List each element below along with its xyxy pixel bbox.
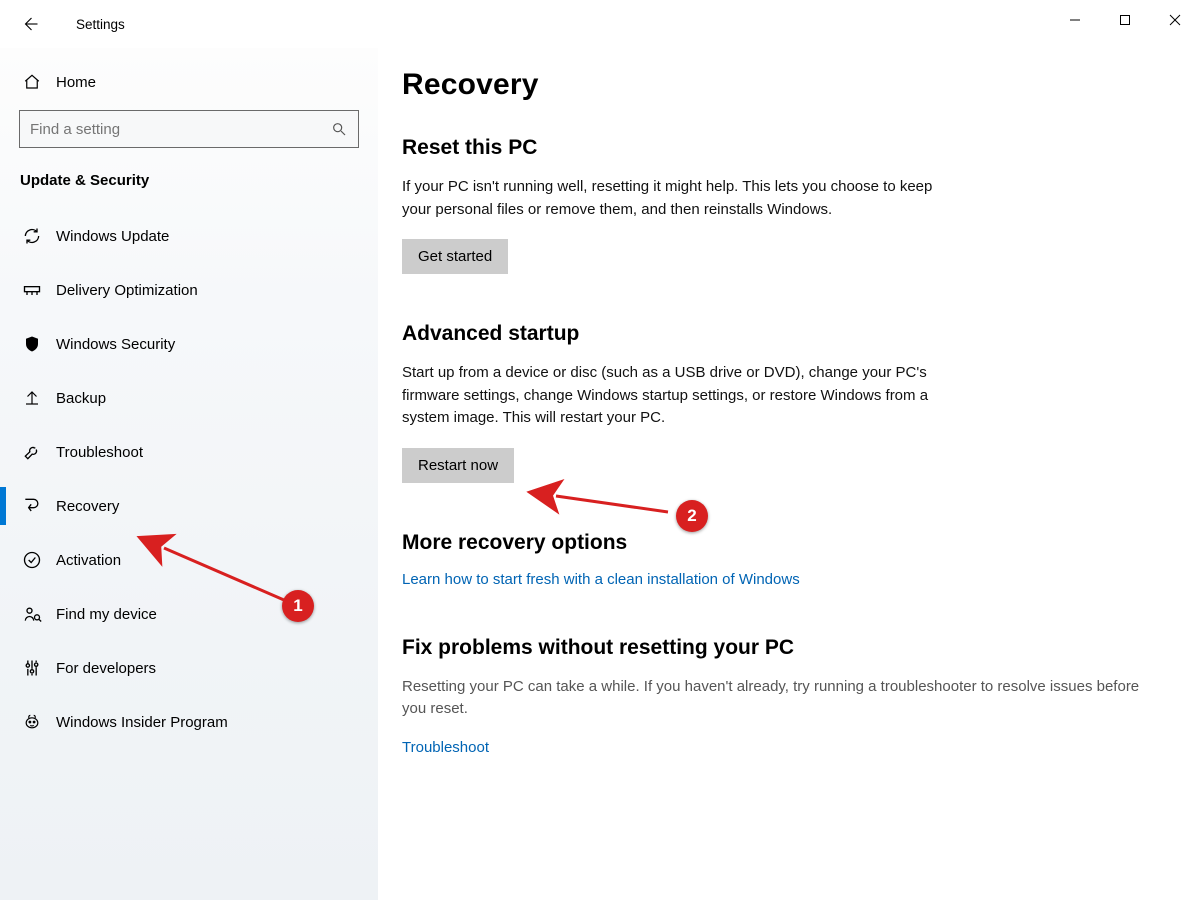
backup-icon [20,388,44,408]
sidebar-item-troubleshoot[interactable]: Troubleshoot [0,425,378,479]
sidebar-section-heading: Update & Security [0,166,378,209]
sidebar-item-backup[interactable]: Backup [0,371,378,425]
shield-icon [20,334,44,354]
reset-heading: Reset this PC [402,136,1160,160]
maximize-button[interactable] [1100,0,1150,40]
insider-icon [20,712,44,732]
section-more-recovery: More recovery options Learn how to start… [402,531,1160,588]
sidebar-item-label: Recovery [56,498,119,515]
close-button[interactable] [1150,0,1200,40]
minimize-button[interactable] [1050,0,1100,40]
advanced-body: Start up from a device or disc (such as … [402,362,942,430]
reset-body: If your PC isn't running well, resetting… [402,176,942,221]
minimize-icon [1069,14,1081,26]
restart-now-button[interactable]: Restart now [402,448,514,483]
arrow-left-icon [21,15,39,33]
wrench-icon [20,442,44,462]
app-body: Home Update & Security Windows Update De… [0,48,1200,900]
sidebar-item-label: Activation [56,552,121,569]
search-wrap [19,110,359,148]
sidebar-item-label: Find my device [56,606,157,623]
sidebar-item-for-developers[interactable]: For developers [0,641,378,695]
sidebar-item-label: Windows Update [56,228,169,245]
advanced-heading: Advanced startup [402,322,1160,346]
activation-icon [20,550,44,570]
sidebar-item-windows-insider[interactable]: Windows Insider Program [0,695,378,749]
fix-body: Resetting your PC can take a while. If y… [402,676,1160,721]
titlebar: Settings [0,0,1200,48]
sidebar-item-label: Windows Security [56,336,175,353]
get-started-button[interactable]: Get started [402,239,508,274]
sidebar-item-activation[interactable]: Activation [0,533,378,587]
recovery-icon [20,496,44,516]
sidebar-item-label: Delivery Optimization [56,282,198,299]
sidebar-item-label: For developers [56,660,156,677]
search-input[interactable] [19,110,359,148]
maximize-icon [1119,14,1131,26]
sidebar-item-recovery[interactable]: Recovery [0,479,378,533]
fix-heading: Fix problems without resetting your PC [402,636,1160,660]
sidebar-item-delivery-optimization[interactable]: Delivery Optimization [0,263,378,317]
sidebar-item-label: Backup [56,390,106,407]
sidebar-home-label: Home [56,74,96,91]
delivery-icon [20,280,44,300]
home-icon [20,73,44,91]
window-controls [1050,0,1200,40]
section-fix-problems: Fix problems without resetting your PC R… [402,636,1160,756]
content-pane: Recovery Reset this PC If your PC isn't … [378,48,1200,900]
window-title: Settings [76,17,125,32]
learn-fresh-install-link[interactable]: Learn how to start fresh with a clean in… [402,571,800,588]
sidebar-home[interactable]: Home [0,60,378,104]
troubleshoot-link[interactable]: Troubleshoot [402,739,489,756]
close-icon [1169,14,1181,26]
annotation-badge-2: 2 [676,500,708,532]
section-advanced-startup: Advanced startup Start up from a device … [402,322,1160,483]
page-title: Recovery [402,68,1160,102]
more-heading: More recovery options [402,531,1160,555]
find-device-icon [20,604,44,624]
sidebar: Home Update & Security Windows Update De… [0,48,378,900]
developers-icon [20,658,44,678]
sidebar-item-label: Troubleshoot [56,444,143,461]
section-reset-pc: Reset this PC If your PC isn't running w… [402,136,1160,274]
sidebar-item-label: Windows Insider Program [56,714,228,731]
sidebar-item-windows-security[interactable]: Windows Security [0,317,378,371]
sidebar-item-find-my-device[interactable]: Find my device [0,587,378,641]
sidebar-item-windows-update[interactable]: Windows Update [0,209,378,263]
back-button[interactable] [14,8,46,40]
annotation-badge-1: 1 [282,590,314,622]
update-icon [20,226,44,246]
